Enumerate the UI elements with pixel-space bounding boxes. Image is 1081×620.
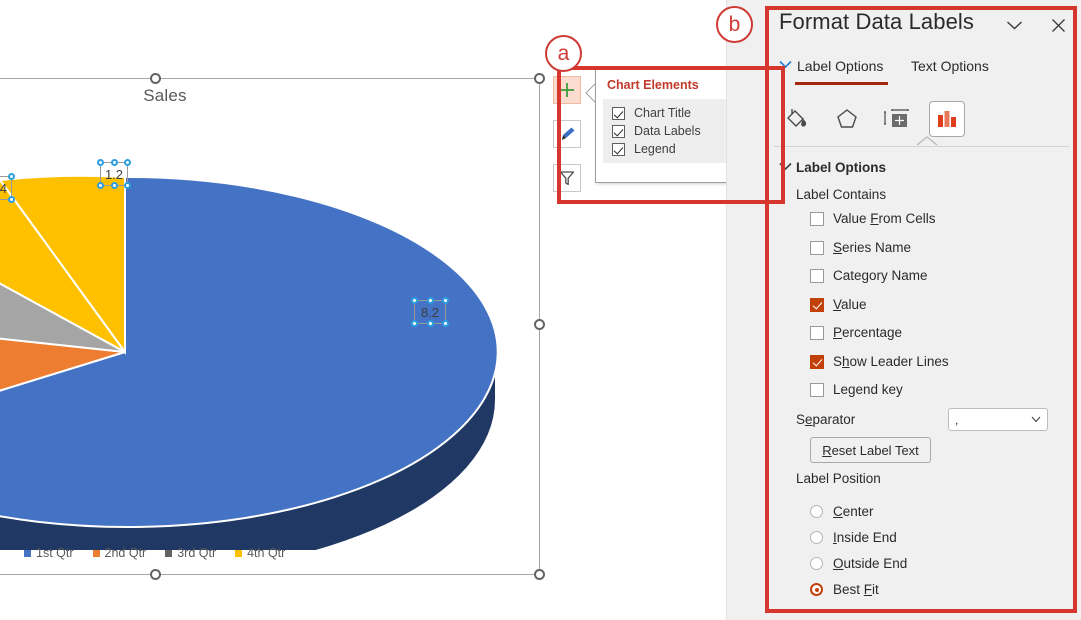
legend-swatch-2nd-qtr <box>92 549 100 557</box>
data-label-1st-qtr[interactable]: 8.2 <box>411 297 449 327</box>
dl-handle-tr[interactable] <box>8 173 15 180</box>
legend-item-3rd-qtr[interactable]: 3rd Qtr <box>165 546 216 560</box>
chart-handle-top-right[interactable] <box>534 73 545 84</box>
dl-handle-bm[interactable] <box>110 182 118 189</box>
dl-handle-tl[interactable] <box>411 297 418 304</box>
chart-handle-bottom-center[interactable] <box>150 569 161 580</box>
dl-handle-br[interactable] <box>124 182 131 189</box>
legend-swatch-3rd-qtr <box>165 549 173 557</box>
chart-handle-top-center[interactable] <box>150 73 161 84</box>
dl-handle-bl[interactable] <box>411 320 418 327</box>
legend-swatch-1st-qtr <box>24 549 31 557</box>
legend-item-1st-qtr[interactable]: 1st Qtr <box>24 546 74 560</box>
legend-item-4th-qtr[interactable]: 4th Qtr <box>235 546 285 560</box>
data-label-3rd-qtr-text: 1.4 <box>0 180 8 196</box>
data-label-4th-qtr-text: 1.2 <box>104 166 124 182</box>
legend-label-4th-qtr: 4th Qtr <box>247 546 286 560</box>
annotation-box-a <box>557 66 785 204</box>
pie-chart-svg <box>0 174 499 550</box>
legend-label-3rd-qtr: 3rd Qtr <box>177 546 217 560</box>
dl-handle-bm[interactable] <box>426 320 434 327</box>
legend-swatch-4th-qtr <box>235 549 243 557</box>
chart-handle-middle-right[interactable] <box>534 319 545 330</box>
dl-handle-tr[interactable] <box>124 159 131 166</box>
dl-handle-br[interactable] <box>442 320 449 327</box>
legend-label-1st-qtr: 1st Qtr <box>36 546 74 560</box>
dl-handle-tm[interactable] <box>110 159 118 166</box>
chart-handle-bottom-right[interactable] <box>534 569 545 580</box>
annotation-marker-a: a <box>545 35 582 72</box>
dl-handle-br[interactable] <box>8 196 15 203</box>
dl-handle-tl[interactable] <box>97 159 104 166</box>
pie-chart[interactable] <box>0 130 510 550</box>
annotation-box-b <box>765 6 1077 613</box>
legend-item-2nd-qtr[interactable]: 2nd Qtr <box>92 546 147 560</box>
legend-label-2nd-qtr: 2nd Qtr <box>104 546 147 560</box>
chart-title[interactable]: Sales <box>0 86 330 106</box>
dl-handle-tm[interactable] <box>426 297 434 304</box>
app-root: Sales 1.2 4 8.2 1st Qtr 2nd Qtr 3rd Qtr … <box>0 0 1081 620</box>
chart-legend[interactable]: 1st Qtr 2nd Qtr 3rd Qtr 4th Qtr <box>24 546 324 560</box>
annotation-marker-b: b <box>716 6 753 43</box>
data-label-4th-qtr[interactable]: 1.2 <box>97 159 131 189</box>
data-label-1st-qtr-text: 8.2 <box>420 304 440 320</box>
dl-handle-bl[interactable] <box>97 182 104 189</box>
dl-handle-tr[interactable] <box>442 297 449 304</box>
data-label-3rd-qtr[interactable]: 1.4 <box>0 173 15 203</box>
